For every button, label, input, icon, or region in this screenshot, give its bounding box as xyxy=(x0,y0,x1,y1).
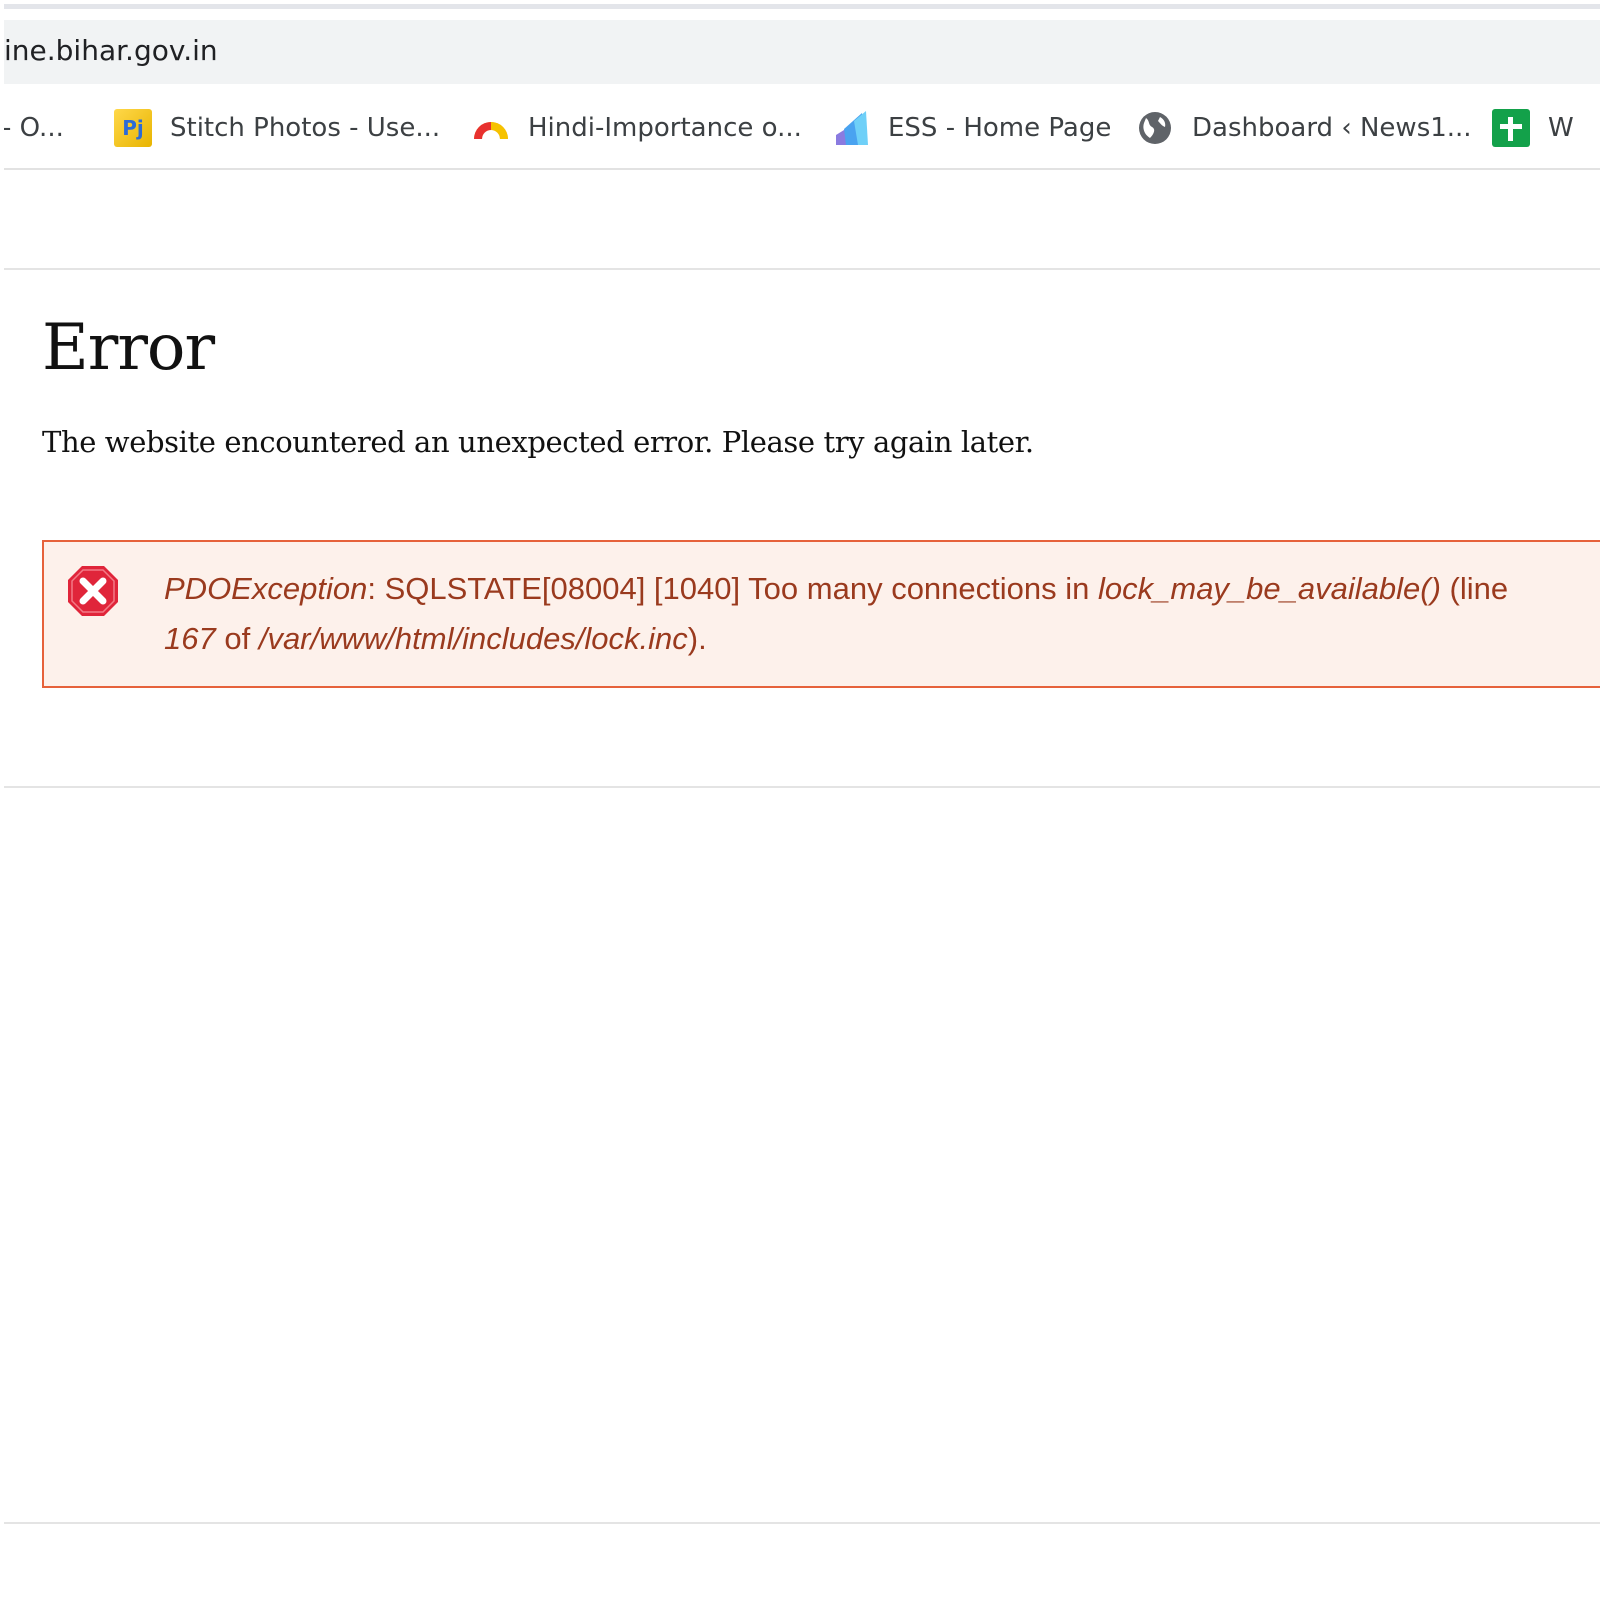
browser-top-edge xyxy=(4,4,1600,9)
main-content: Error The website encountered an unexpec… xyxy=(42,290,1600,462)
exception-file: /var/www/html/includes/lock.inc xyxy=(258,621,688,656)
exception-function: lock_may_be_available() xyxy=(1098,571,1441,606)
bookmark-item-dashboard-news[interactable]: Dashboard ‹ News1... xyxy=(1136,108,1472,148)
rainbow-arc-icon xyxy=(472,109,510,147)
error-message-line-1: PDOException: SQLSTATE[08004] [1040] Too… xyxy=(164,564,1600,614)
error-description: The website encountered an unexpected er… xyxy=(42,425,1034,459)
page-header-divider xyxy=(4,268,1600,270)
error-message-text: PDOException: SQLSTATE[08004] [1040] Too… xyxy=(164,564,1600,664)
green-plus-icon xyxy=(1492,109,1530,147)
bookmark-label: ESS - Home Page xyxy=(888,113,1112,143)
of-text: of xyxy=(215,621,259,656)
bookmarks-bar: - O... Pj Stitch Photos - Use... Hindi-I… xyxy=(4,90,1600,170)
page-title: Error xyxy=(42,311,215,385)
exception-message: SQLSTATE[08004] [1040] Too many connecti… xyxy=(384,571,1098,606)
message-suffix: ). xyxy=(687,621,707,656)
line-prefix: (line xyxy=(1440,571,1509,606)
content-divider xyxy=(4,786,1600,788)
exception-type: PDOException xyxy=(164,571,368,606)
bookmark-item-ess-home[interactable]: ESS - Home Page xyxy=(832,108,1111,148)
bookmark-item-w[interactable]: W xyxy=(1492,108,1574,148)
exception-separator: : xyxy=(367,571,385,606)
error-message-box: PDOException: SQLSTATE[08004] [1040] Too… xyxy=(42,540,1600,688)
browser-window: { "browser": { "address": "ine.bihar.gov… xyxy=(0,0,1600,1600)
globe-icon xyxy=(1136,109,1174,147)
pj-app-icon: Pj xyxy=(114,109,152,147)
line-number: 167 xyxy=(164,621,216,656)
bookmark-item-stitch-photos[interactable]: Pj Stitch Photos - Use... xyxy=(114,108,440,148)
bookmark-item-1[interactable]: - O... xyxy=(4,108,64,148)
footer-divider xyxy=(4,1522,1600,1524)
address-url[interactable]: ine.bihar.gov.in xyxy=(4,34,218,67)
bookmark-label: Dashboard ‹ News1... xyxy=(1192,113,1472,143)
bookmark-label: - O... xyxy=(4,113,64,143)
bookmark-item-hindi-importance[interactable]: Hindi-Importance o... xyxy=(472,108,802,148)
error-icon xyxy=(66,564,120,618)
bookmark-label: Stitch Photos - Use... xyxy=(170,113,441,143)
bookmark-label: Hindi-Importance o... xyxy=(528,113,802,143)
bookmark-label: W xyxy=(1548,113,1574,143)
error-message-line-2: 167 of /var/www/html/includes/lock.inc). xyxy=(164,614,1600,664)
address-bar[interactable]: ine.bihar.gov.in xyxy=(4,20,1600,84)
ess-logo-icon xyxy=(832,109,870,147)
